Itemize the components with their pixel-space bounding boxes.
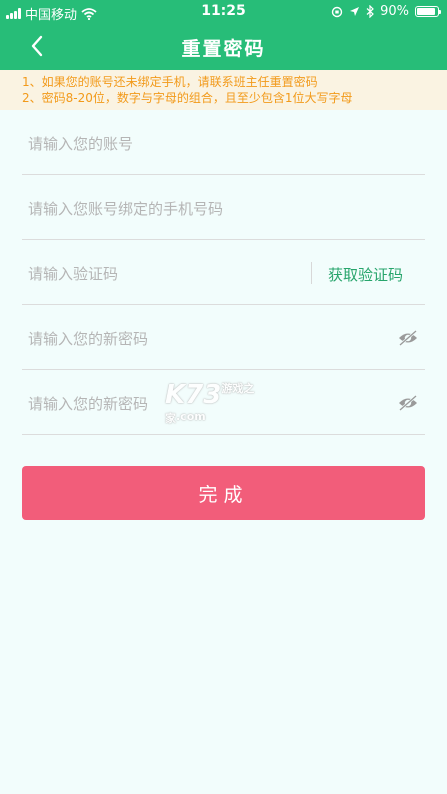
page-title: 重置密码	[181, 38, 266, 60]
account-field-row	[22, 110, 425, 175]
nav-bar: 重置密码	[0, 26, 447, 68]
get-code-button[interactable]: 获取验证码	[328, 264, 403, 285]
phone-field-row	[22, 175, 425, 240]
notice-line-1: 1、如果您的账号还未绑定手机，请联系班主任重置密码	[22, 75, 318, 89]
status-right: 90%	[331, 4, 441, 19]
eye-hidden-icon[interactable]	[397, 327, 419, 349]
eye-hidden-icon[interactable]	[397, 392, 419, 414]
battery-icon	[415, 6, 441, 17]
bluetooth-icon	[366, 5, 374, 18]
watermark-logo: K73游戏之家.com	[165, 380, 285, 425]
new-password-field-row	[22, 305, 425, 370]
header-bar: 中国移动 11:25 90% 重置密码	[0, 0, 447, 70]
location-icon	[350, 7, 360, 16]
notice-line-2: 2、密码8-20位，数字与字母的组合，且至少包含1位大写字母	[22, 91, 353, 105]
new-password-input[interactable]	[28, 327, 308, 351]
watermark-domain: .com	[176, 410, 206, 423]
status-bar: 中国移动 11:25 90%	[0, 0, 447, 24]
notice-banner: 1、如果您的账号还未绑定手机，请联系班主任重置密码 2、密码8-20位，数字与字…	[0, 70, 447, 110]
battery-fill	[417, 8, 435, 15]
orientation-lock-icon	[331, 6, 343, 17]
phone-input[interactable]	[28, 197, 308, 221]
submit-button[interactable]: 完成	[22, 466, 425, 520]
account-input[interactable]	[28, 132, 308, 156]
battery-percent: 90%	[380, 4, 409, 19]
watermark-main: K73	[165, 380, 222, 410]
code-divider	[311, 262, 312, 284]
verification-code-input[interactable]	[28, 262, 308, 286]
code-field-row: 获取验证码	[22, 240, 425, 305]
